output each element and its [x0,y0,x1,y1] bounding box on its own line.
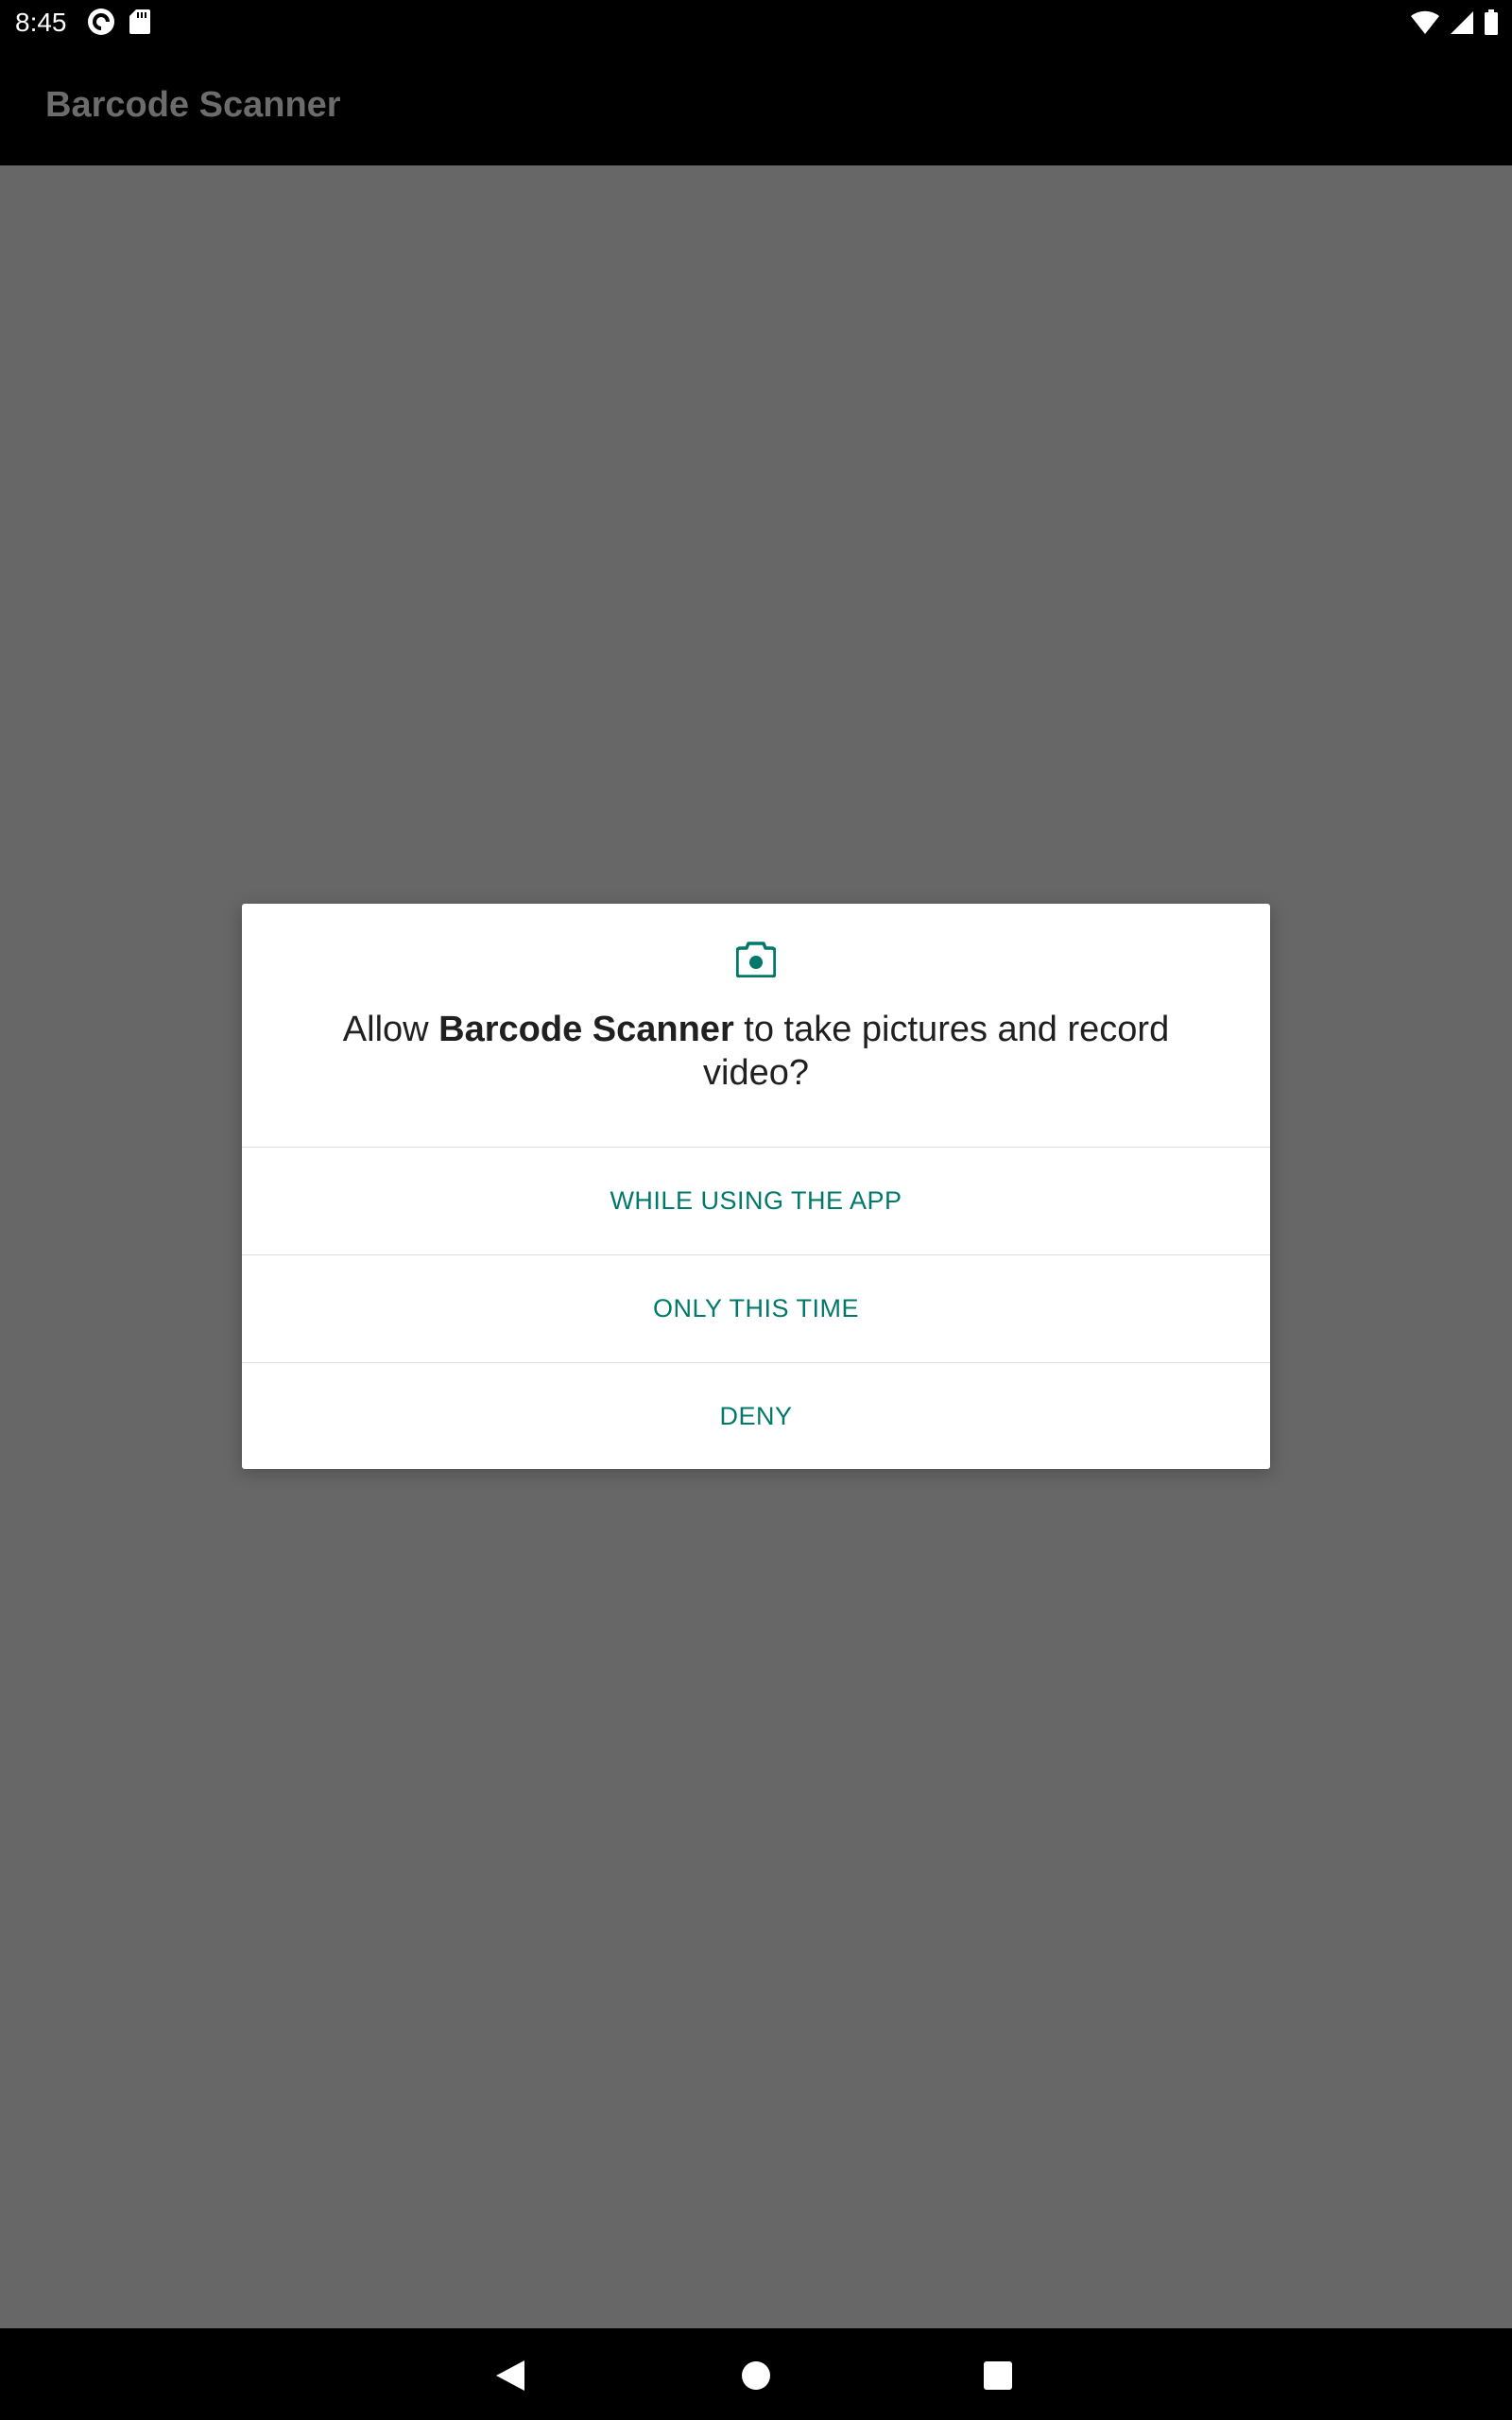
recents-icon[interactable] [977,2355,1019,2396]
pocket-casts-icon [87,8,115,41]
message-prefix: Allow [342,1010,439,1049]
screen: 8:45 Barcode Scanner Allow Barcode Scann… [0,0,1512,2420]
status-time: 8:45 [15,8,67,37]
status-right-icons [1410,9,1499,41]
back-icon[interactable] [490,2355,531,2396]
while-using-app-button[interactable]: WHILE USING THE APP [242,1148,1270,1255]
only-this-time-button[interactable]: ONLY THIS TIME [242,1255,1270,1363]
message-suffix: to take pictures and record video? [703,1010,1170,1093]
dialog-header: Allow Barcode Scanner to take pictures a… [242,904,1270,1148]
home-icon[interactable] [735,2355,777,2396]
message-app-name: Barcode Scanner [438,1010,734,1049]
signal-icon [1450,10,1474,40]
status-left-icons [87,8,151,41]
app-bar: Barcode Scanner [0,47,1512,165]
deny-button[interactable]: DENY [242,1363,1270,1470]
permission-dialog: Allow Barcode Scanner to take pictures a… [242,904,1270,1469]
camera-icon [735,942,777,982]
status-bar: 8:45 [0,0,1512,47]
dialog-message: Allow Barcode Scanner to take pictures a… [299,1008,1213,1095]
navigation-bar [0,2328,1512,2420]
wifi-icon [1410,10,1440,40]
sd-card-icon [129,9,151,40]
battery-icon [1484,9,1499,41]
app-title: Barcode Scanner [45,85,341,125]
